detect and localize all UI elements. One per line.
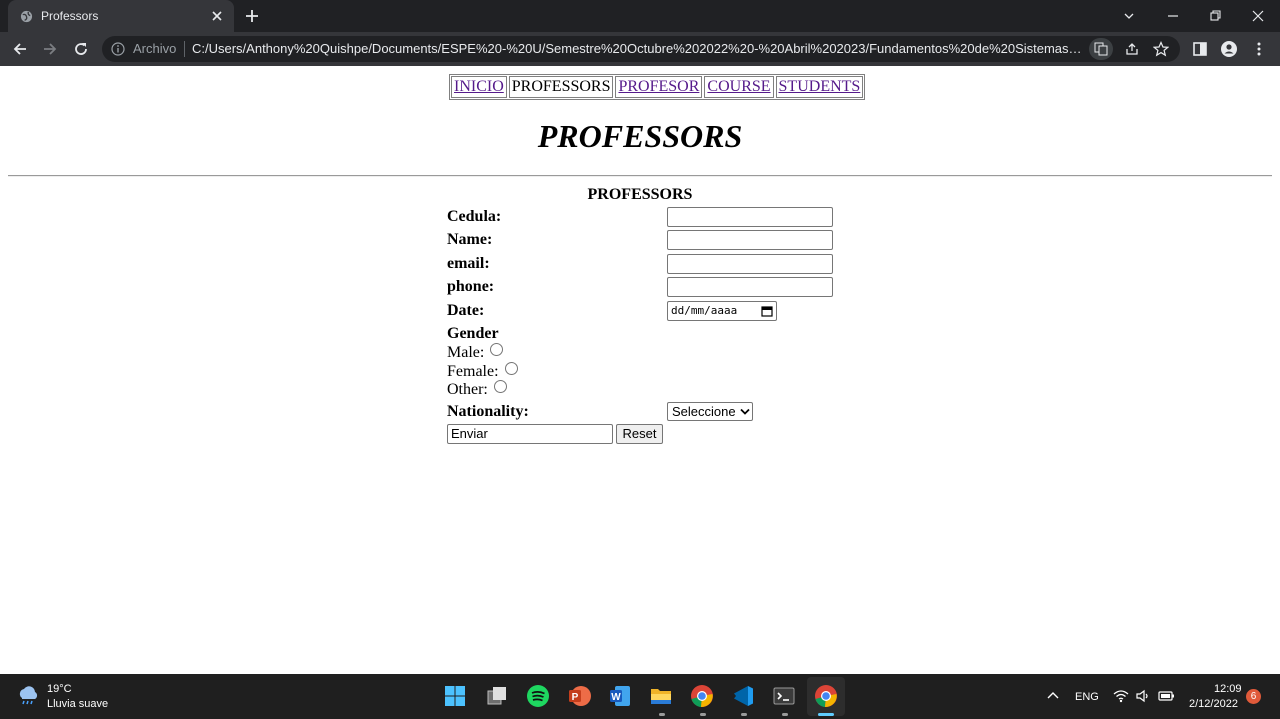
vscode-icon[interactable]	[730, 683, 756, 709]
active-indicator	[818, 713, 834, 716]
back-arrow-icon[interactable]	[11, 40, 29, 58]
cedula-label: Cedula:	[447, 208, 502, 225]
nav-link-profesor[interactable]: PROFESOR	[618, 78, 699, 95]
female-label: Female:	[447, 363, 499, 380]
email-label: email:	[447, 255, 490, 272]
weather-rain-icon[interactable]	[16, 686, 40, 706]
word-icon[interactable]: W	[607, 683, 633, 709]
tab-title: Professors	[41, 9, 99, 23]
page-content: INICIO PROFESSORS PROFESOR COURSE STUDEN…	[0, 66, 1280, 674]
translate-icon	[1094, 42, 1108, 56]
side-panel-icon[interactable]	[1191, 40, 1209, 58]
gender-option-female: Female:	[447, 362, 518, 382]
restore-icon[interactable]	[1205, 6, 1225, 26]
clock-date[interactable]: 2/12/2022	[1189, 698, 1238, 710]
gender-label: Gender	[447, 325, 499, 342]
chevron-up-icon[interactable]	[1046, 689, 1060, 703]
browser-toolbar: Archivo C:/Users/Anthony%20Quishpe/Docum…	[0, 32, 1280, 66]
reload-icon[interactable]	[72, 40, 90, 58]
nav-item-profesor[interactable]: PROFESOR	[615, 76, 703, 98]
globe-icon	[20, 10, 33, 23]
male-label: Male:	[447, 344, 485, 361]
forward-arrow-icon[interactable]	[41, 40, 59, 58]
running-indicator	[659, 713, 665, 716]
running-indicator	[700, 713, 706, 716]
svg-text:P: P	[572, 692, 579, 703]
nav-current-professors: PROFESSORS	[511, 78, 611, 95]
address-bar[interactable]: Archivo C:/Users/Anthony%20Quishpe/Docum…	[102, 36, 1180, 62]
close-tab-icon[interactable]	[210, 9, 224, 23]
address-scheme-label: Archivo	[133, 41, 177, 56]
browser-tab[interactable]: Professors	[8, 0, 234, 32]
other-label: Other:	[447, 381, 488, 398]
task-view-icon[interactable]	[484, 683, 510, 709]
running-indicator	[741, 713, 747, 716]
nav-item-students[interactable]: STUDENTS	[775, 76, 864, 98]
cedula-input[interactable]	[667, 207, 833, 227]
reset-button[interactable]: Reset	[616, 424, 663, 444]
battery-icon[interactable]	[1157, 689, 1175, 703]
file-explorer-icon[interactable]	[648, 683, 674, 709]
bookmark-star-icon[interactable]	[1153, 41, 1169, 57]
name-label: Name:	[447, 231, 493, 248]
clock-time[interactable]: 12:09	[1214, 683, 1242, 695]
male-radio[interactable]	[490, 343, 504, 356]
nav-item-inicio[interactable]: INICIO	[451, 76, 507, 98]
gender-option-other: Other:	[447, 380, 507, 400]
browser-tab-strip: Professors	[0, 0, 1280, 32]
form-caption: PROFESSORS	[587, 186, 693, 203]
wifi-icon[interactable]	[1113, 689, 1129, 703]
terminal-icon[interactable]	[771, 683, 797, 709]
weather-desc: Lluvia suave	[47, 698, 109, 710]
nav-link-students[interactable]: STUDENTS	[779, 78, 861, 95]
address-url[interactable]: C:/Users/Anthony%20Quishpe/Documents/ESP…	[192, 41, 1087, 56]
share-icon[interactable]	[1124, 41, 1140, 57]
volume-icon[interactable]	[1135, 689, 1151, 703]
date-label: Date:	[447, 302, 485, 319]
powerpoint-icon[interactable]: P	[566, 683, 592, 709]
page-title: PROFESSORS	[537, 118, 743, 154]
nav-link-inicio[interactable]: INICIO	[454, 78, 504, 95]
nav-item-professors: PROFESSORS	[508, 76, 614, 98]
profile-avatar-icon[interactable]	[1220, 40, 1238, 58]
name-input[interactable]	[667, 230, 833, 250]
nav-link-course[interactable]: COURSE	[707, 78, 770, 95]
phone-label: phone:	[447, 278, 495, 295]
info-icon[interactable]	[111, 42, 125, 56]
nationality-select[interactable]: Seleccione	[667, 402, 753, 421]
tab-search-icon[interactable]	[1119, 6, 1139, 26]
calendar-icon[interactable]	[761, 305, 773, 317]
female-radio[interactable]	[504, 362, 518, 375]
notification-badge[interactable]: 6	[1246, 689, 1261, 704]
taskbar: 19°C Lluvia suave P W ENG 12:09 2/12/202…	[0, 674, 1280, 719]
horizontal-divider	[8, 175, 1272, 177]
date-placeholder: dd/mm/aaaa	[671, 304, 738, 317]
chrome-icon[interactable]	[689, 683, 715, 709]
address-separator	[184, 41, 185, 57]
weather-temp: 19°C	[47, 683, 72, 695]
close-window-icon[interactable]	[1248, 6, 1268, 26]
date-input[interactable]: dd/mm/aaaa	[667, 301, 777, 321]
other-radio[interactable]	[493, 380, 507, 393]
windows-start-icon[interactable]	[442, 683, 468, 709]
translate-button[interactable]	[1089, 38, 1113, 60]
nationality-selected-value: Seleccione	[672, 404, 736, 419]
chevron-down-icon	[740, 408, 750, 415]
chrome-active-icon[interactable]	[813, 683, 839, 709]
minimize-icon[interactable]	[1163, 6, 1183, 26]
submit-button[interactable]: Enviar	[447, 424, 613, 444]
nav-table: INICIO PROFESSORS PROFESOR COURSE STUDEN…	[449, 74, 866, 100]
menu-kebab-icon[interactable]	[1250, 40, 1268, 58]
language-indicator[interactable]: ENG	[1075, 691, 1099, 703]
new-tab-icon[interactable]	[244, 8, 260, 24]
email-input[interactable]	[667, 254, 833, 274]
nationality-label: Nationality:	[447, 403, 529, 420]
running-indicator	[782, 713, 788, 716]
svg-text:W: W	[611, 692, 621, 703]
spotify-icon[interactable]	[525, 683, 551, 709]
gender-option-male: Male:	[447, 343, 504, 363]
nav-item-course[interactable]: COURSE	[704, 76, 774, 98]
phone-input[interactable]	[667, 277, 833, 297]
